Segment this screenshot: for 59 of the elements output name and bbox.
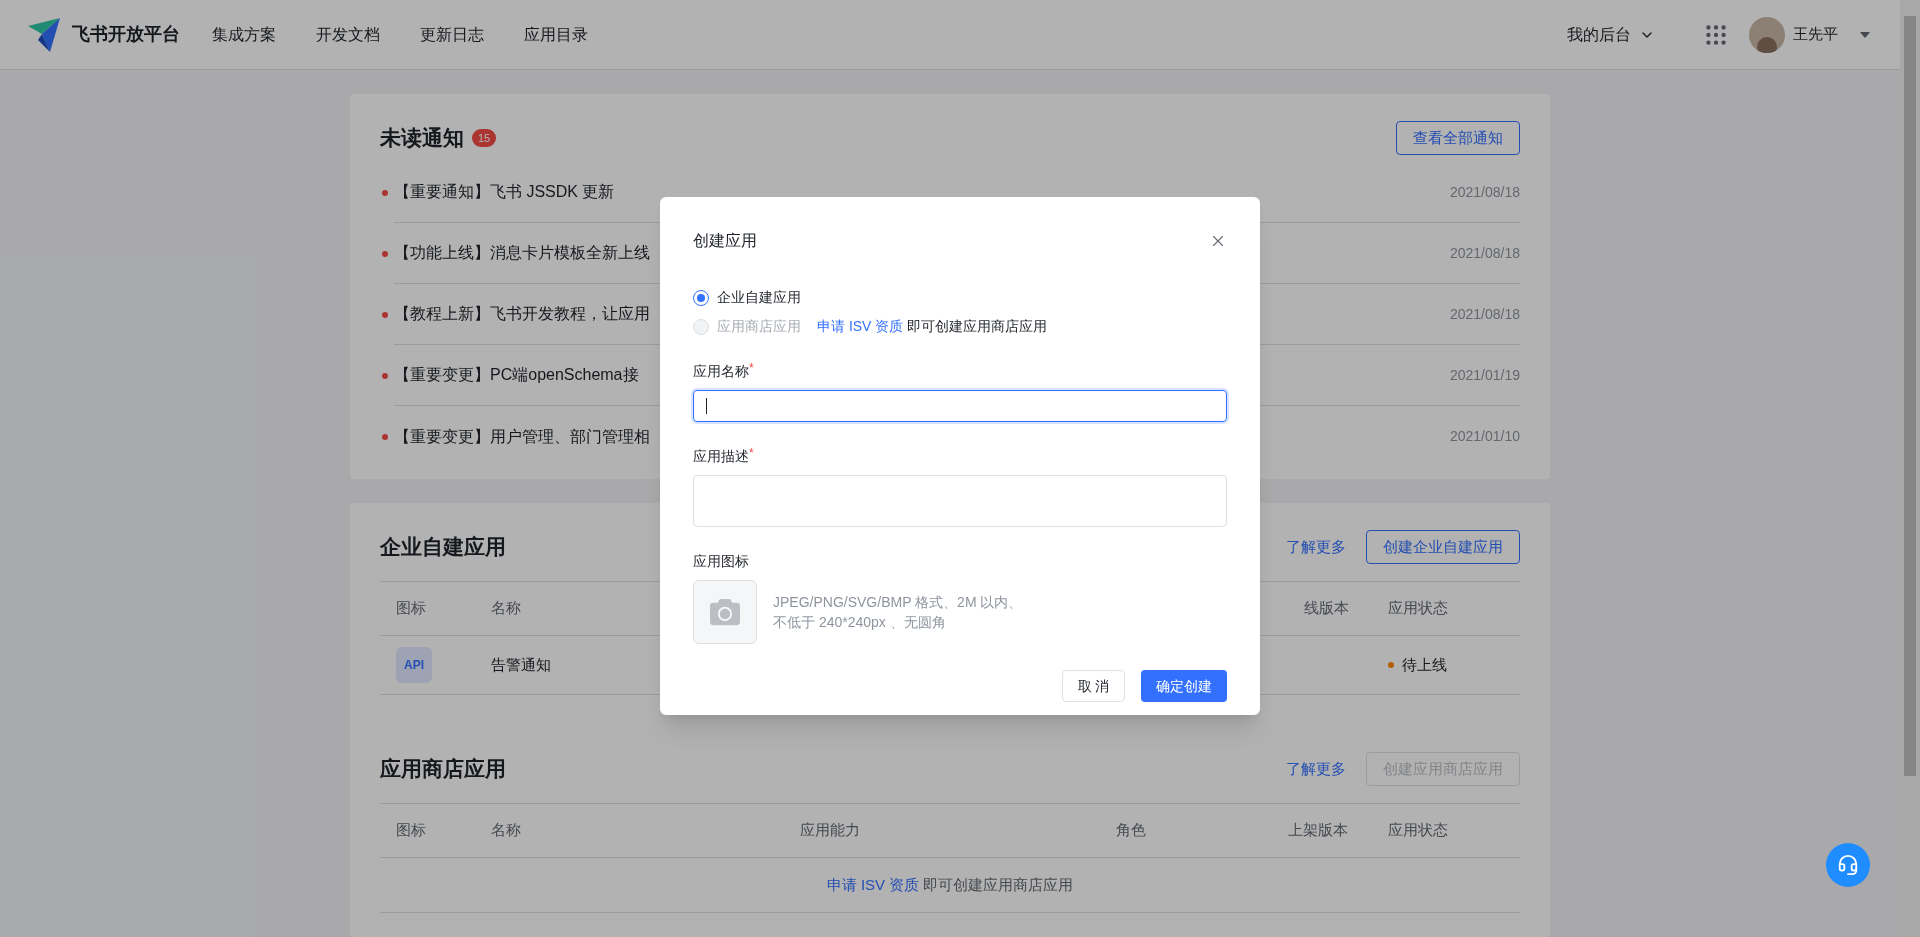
app-name-field[interactable] [693, 390, 1227, 422]
upload-hint: 不低于 240*240px 、无圆角 [773, 613, 947, 632]
column-header: 图标 [396, 820, 427, 841]
field-label: 应用名称 [693, 362, 749, 381]
workspace-menu[interactable]: 我的后台 [1567, 22, 1655, 47]
column-header: 应用状态 [1388, 598, 1449, 619]
confirm-button[interactable]: 确定创建 [1141, 670, 1227, 702]
notice-date: 2021/08/18 [1449, 243, 1520, 263]
field-label: 应用图标 [693, 552, 750, 571]
notice-link[interactable]: 【重要变更】用户管理、部门管理相 [394, 424, 650, 449]
required-mark: * [749, 361, 754, 375]
dialog-title: 创建应用 [693, 231, 757, 251]
nav-link[interactable]: 更新日志 [420, 22, 484, 47]
create-app-button[interactable]: 创建企业自建应用 [1366, 530, 1520, 564]
view-all-button[interactable]: 查看全部通知 [1396, 121, 1520, 155]
notice-link[interactable]: 【重要变更】PC端openSchema接 [394, 363, 639, 387]
app-name: 告警通知 [491, 654, 552, 675]
app-description-field[interactable] [693, 475, 1227, 527]
section-title: 未读通知 [380, 125, 464, 152]
support-button[interactable] [1826, 843, 1870, 887]
column-header: 应用能力 [799, 820, 861, 841]
learn-more-link[interactable]: 了解更多 [1286, 757, 1346, 781]
app-status: 待上线 [1402, 654, 1447, 675]
notice-link[interactable]: 【重要通知】飞书 JSSDK 更新 [394, 180, 615, 204]
cancel-button[interactable]: 取 消 [1062, 670, 1125, 702]
user-name: 王先平 [1793, 24, 1838, 45]
notice-link[interactable]: 【教程上新】飞书开发教程，让应用 [394, 302, 650, 326]
required-mark: * [749, 446, 754, 460]
column-header: 角色 [1116, 820, 1147, 841]
column-header: 应用状态 [1388, 820, 1449, 841]
column-header: 名称 [491, 820, 522, 841]
section-title: 企业自建应用 [380, 534, 506, 561]
field-label: 应用描述 [693, 447, 749, 466]
learn-more-link[interactable]: 了解更多 [1286, 535, 1346, 559]
api-app-icon: API [396, 647, 432, 683]
avatar[interactable] [1749, 16, 1785, 53]
column-header: 上架版本 [1288, 820, 1349, 841]
nav-link[interactable]: 开发文档 [316, 22, 380, 47]
section-title: 应用商店应用 [380, 756, 506, 783]
logo-icon [28, 17, 60, 52]
column-header: 名称 [491, 598, 522, 619]
notice-date: 2021/08/18 [1449, 182, 1520, 202]
camera-icon [710, 597, 740, 627]
notice-date: 2021/01/10 [1449, 427, 1520, 446]
notice-link[interactable]: 【功能上线】消息卡片模板全新上线 [394, 241, 650, 265]
headset-icon [1837, 854, 1859, 876]
upload-hint: JPEG/PNG/SVG/BMP 格式、2M 以内、 [773, 593, 1023, 612]
unread-badge: 15 [472, 129, 497, 147]
app-type-radio[interactable]: 企业自建应用 [693, 287, 801, 308]
notice-date: 2021/01/19 [1449, 365, 1520, 385]
empty-note: 即可创建应用商店应用 [923, 874, 1074, 895]
column-header: 图标 [396, 598, 427, 619]
notice-date: 2021/08/18 [1449, 304, 1520, 324]
apply-isv-link[interactable]: 申请 ISV 资质 [826, 873, 920, 897]
nav-link[interactable]: 集成方案 [212, 22, 276, 47]
column-header: 线版本 [1303, 598, 1350, 619]
brand-name: 飞书开放平台 [72, 23, 180, 46]
nav-link[interactable]: 应用目录 [524, 22, 588, 47]
isv-note: 即可创建应用商店应用 [907, 317, 1048, 336]
